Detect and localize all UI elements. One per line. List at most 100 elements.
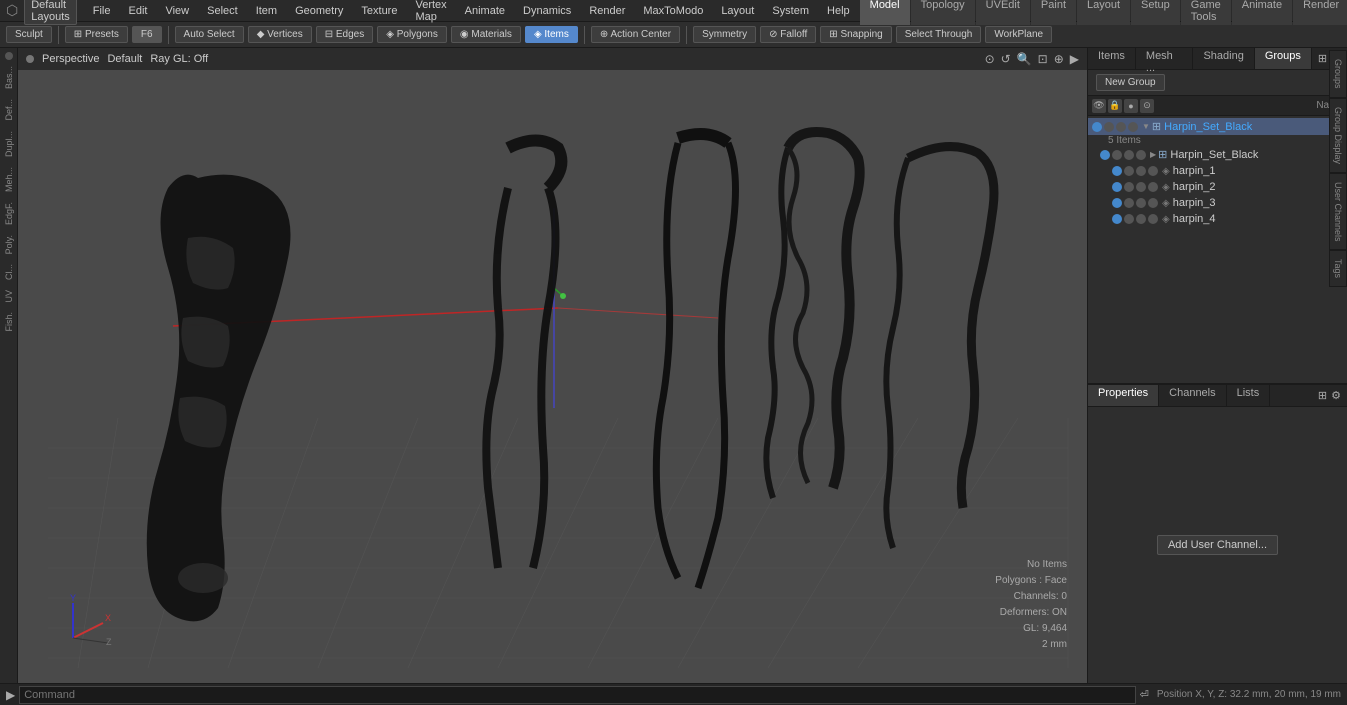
cmd-arrow-icon[interactable]: ▶ <box>6 688 15 702</box>
left-tb-dot[interactable] <box>5 52 13 60</box>
sculpt-button[interactable]: Sculpt <box>6 26 52 43</box>
tab-lists[interactable]: Lists <box>1227 385 1271 406</box>
left-tb-meh[interactable]: Meh... <box>2 163 16 196</box>
vp-icon-frame[interactable]: ⊡ <box>1038 52 1048 66</box>
vp-raygl[interactable]: Ray GL: Off <box>150 53 208 65</box>
menu-item[interactable]: Item <box>248 3 285 19</box>
add-user-channel-button[interactable]: Add User Channel... <box>1157 535 1278 555</box>
vp-icon-expand[interactable]: ▶ <box>1070 52 1079 66</box>
left-tb-uv[interactable]: UV <box>2 286 16 307</box>
tab-uvedit[interactable]: UVEdit <box>976 0 1030 25</box>
f6-button[interactable]: F6 <box>132 26 162 43</box>
far-tab-tags[interactable]: Tags <box>1329 250 1347 287</box>
menu-maxtomodo[interactable]: MaxToModo <box>635 3 711 19</box>
materials-button[interactable]: ◉ Materials <box>451 26 521 43</box>
tree-row-harpin-2[interactable]: ◈ harpin_2 <box>1088 179 1347 195</box>
col-icon-eye[interactable]: 👁 <box>1092 99 1106 113</box>
tree-row-harpin-4[interactable]: ◈ harpin_4 <box>1088 211 1347 227</box>
polygons-button[interactable]: ◈ Polygons <box>377 26 447 43</box>
menu-file[interactable]: File <box>85 3 119 19</box>
menu-dynamics[interactable]: Dynamics <box>515 3 579 19</box>
menu-edit[interactable]: Edit <box>120 3 155 19</box>
tree-arrow-group[interactable]: ▼ <box>1142 122 1150 131</box>
left-tb-cl[interactable]: Cl... <box>2 260 16 284</box>
menu-geometry[interactable]: Geometry <box>287 3 351 19</box>
tree-dot <box>1136 166 1146 176</box>
left-tb-dupl[interactable]: Dupl... <box>2 127 16 161</box>
tab-properties[interactable]: Properties <box>1088 385 1159 406</box>
col-icon-vis[interactable]: ● <box>1124 99 1138 113</box>
tree-row-harpin-1[interactable]: ◈ harpin_1 <box>1088 163 1347 179</box>
cmd-enter-icon[interactable]: ⏎ <box>1140 688 1149 701</box>
menu-select[interactable]: Select <box>199 3 246 19</box>
tab-game-tools[interactable]: Game Tools <box>1181 0 1231 25</box>
auto-select-button[interactable]: Auto Select <box>175 26 244 43</box>
tab-icon-expand[interactable]: ⊞ <box>1318 52 1327 65</box>
vp-icon-rotate[interactable]: ⊙ <box>985 52 995 66</box>
tree-dot <box>1112 214 1122 224</box>
far-tab-user-channels[interactable]: User Channels <box>1329 173 1347 251</box>
tree-dot <box>1136 150 1146 160</box>
workplane-button[interactable]: WorkPlane <box>985 26 1052 43</box>
far-tab-group-display[interactable]: Group Display <box>1329 98 1347 173</box>
layout-dropdown[interactable]: Default Layouts <box>24 0 77 25</box>
vp-icon-refresh[interactable]: ↺ <box>1001 52 1011 66</box>
scene-tree[interactable]: ▼ ⊞ Harpin_Set_Black ✎ 5 Items ▶ ⊞ Harpi… <box>1088 116 1347 383</box>
tab-layout[interactable]: Layout <box>1077 0 1130 25</box>
tree-dot <box>1148 198 1158 208</box>
menu-view[interactable]: View <box>157 3 197 19</box>
menu-vertex-map[interactable]: Vertex Map <box>407 0 454 25</box>
left-tb-fish[interactable]: Fish. <box>2 308 16 336</box>
menu-render[interactable]: Render <box>581 3 633 19</box>
command-input[interactable] <box>19 686 1135 704</box>
left-tb-edgf[interactable]: EdgF. <box>2 198 16 229</box>
left-tb-poly[interactable]: Poly. <box>2 231 16 258</box>
tab-topology[interactable]: Topology <box>911 0 975 25</box>
tree-dot <box>1136 198 1146 208</box>
tab-mesh[interactable]: Mesh ... <box>1136 48 1194 69</box>
tab-channels[interactable]: Channels <box>1159 385 1226 406</box>
symmetry-button[interactable]: Symmetry <box>693 26 756 43</box>
bottom-expand-icon[interactable]: ⊞ <box>1318 389 1327 402</box>
tree-row-group[interactable]: ▼ ⊞ Harpin_Set_Black ✎ <box>1088 118 1347 135</box>
falloff-button[interactable]: ⊘ Falloff <box>760 26 816 43</box>
tree-row-harpin-set[interactable]: ▶ ⊞ Harpin_Set_Black <box>1088 146 1347 163</box>
tab-shading[interactable]: Shading <box>1193 48 1254 69</box>
col-headers: 👁 🔒 ● ⊙ Name <box>1088 96 1347 116</box>
left-tb-bas[interactable]: Bas... <box>2 62 16 93</box>
col-icon-lock[interactable]: 🔒 <box>1108 99 1122 113</box>
new-group-button[interactable]: New Group <box>1096 74 1165 91</box>
action-center-button[interactable]: ⊕ Action Center <box>591 26 680 43</box>
tab-groups[interactable]: Groups <box>1255 48 1312 69</box>
menu-system[interactable]: System <box>764 3 817 19</box>
tree-row-harpin-3[interactable]: ◈ harpin_3 <box>1088 195 1347 211</box>
tab-paint[interactable]: Paint <box>1031 0 1076 25</box>
col-icon-render[interactable]: ⊙ <box>1140 99 1154 113</box>
menu-texture[interactable]: Texture <box>353 3 405 19</box>
snapping-button[interactable]: ⊞ Snapping <box>820 26 891 43</box>
left-tb-def[interactable]: Def... <box>2 95 16 125</box>
vp-perspective[interactable]: Perspective <box>42 53 99 65</box>
vp-toggle[interactable] <box>26 55 34 63</box>
presets-button[interactable]: ⊞ Presets <box>65 26 128 43</box>
tab-model[interactable]: Model <box>860 0 910 25</box>
vp-icon-settings[interactable]: ⊕ <box>1054 52 1064 66</box>
tab-animate[interactable]: Animate <box>1232 0 1292 25</box>
items-button[interactable]: ◈ Items <box>525 26 578 43</box>
app-icon: ⬡ <box>6 2 18 19</box>
tab-render[interactable]: Render <box>1293 0 1347 25</box>
bottom-settings-icon[interactable]: ⚙ <box>1331 389 1341 402</box>
vp-icon-zoom[interactable]: 🔍 <box>1017 52 1032 66</box>
tree-arrow-set[interactable]: ▶ <box>1150 150 1156 159</box>
menu-help[interactable]: Help <box>819 3 858 19</box>
far-tab-groups[interactable]: Groups <box>1329 50 1347 98</box>
menu-layout[interactable]: Layout <box>713 3 762 19</box>
select-through-button[interactable]: Select Through <box>896 26 982 43</box>
menu-animate[interactable]: Animate <box>457 3 513 19</box>
viewport[interactable]: Perspective Default Ray GL: Off ⊙ ↺ 🔍 ⊡ … <box>18 48 1087 683</box>
tab-setup[interactable]: Setup <box>1131 0 1180 25</box>
vertices-button[interactable]: ◆ Vertices <box>248 26 312 43</box>
vp-default[interactable]: Default <box>107 53 142 65</box>
edges-button[interactable]: ⊟ Edges <box>316 26 374 43</box>
tab-items[interactable]: Items <box>1088 48 1136 69</box>
